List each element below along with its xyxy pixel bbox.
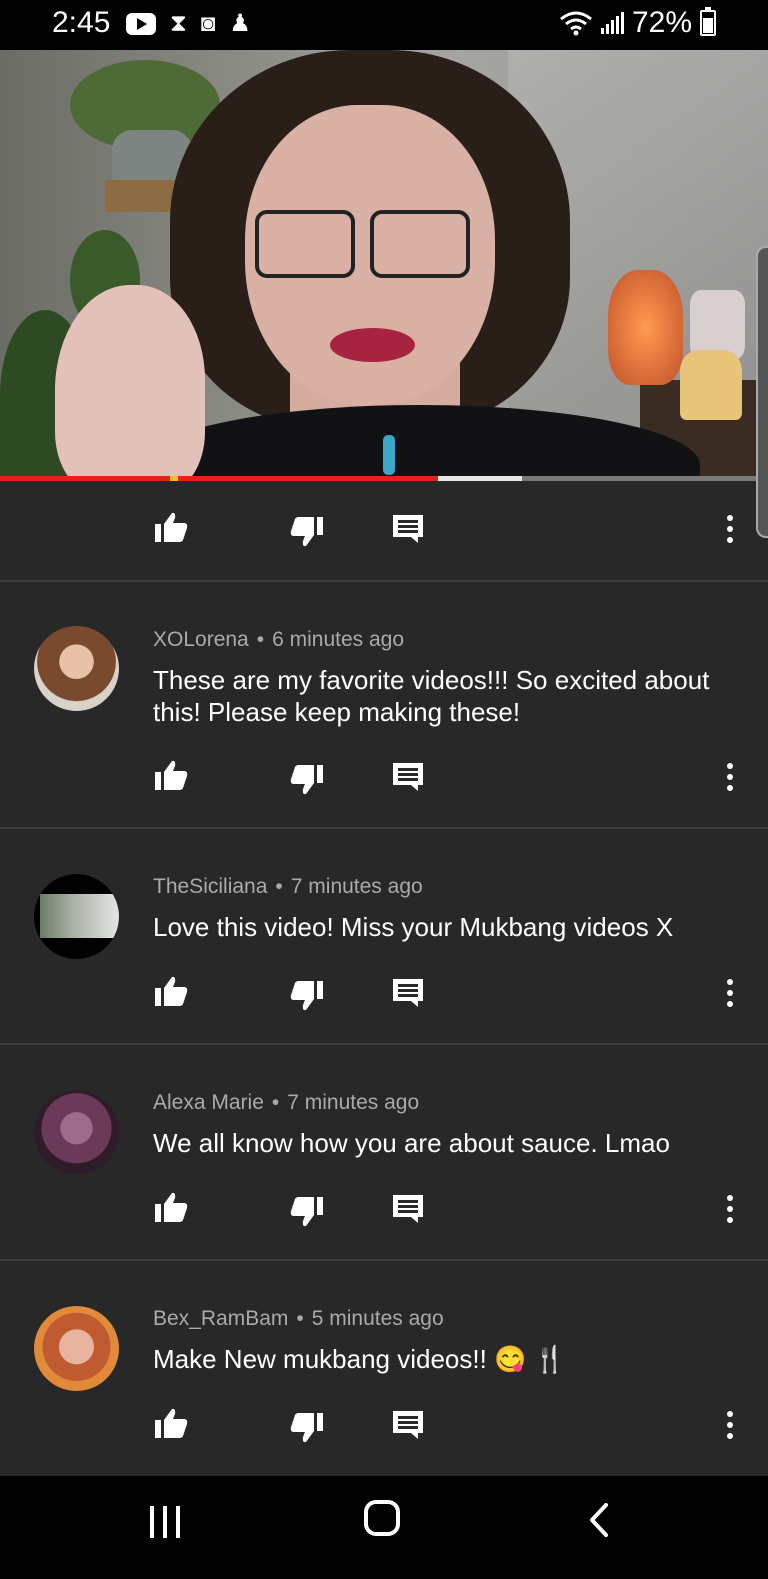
thumbs-up-icon (155, 976, 188, 1006)
home-button[interactable] (364, 1500, 400, 1536)
comment-actions (0, 750, 768, 810)
divider (0, 580, 768, 582)
more-options-button[interactable] (715, 966, 745, 1016)
comment-time: 5 minutes ago (311, 1307, 444, 1330)
more-vert-icon (727, 763, 733, 791)
ad-marker (170, 476, 178, 481)
comment-icon (393, 763, 423, 791)
thumbs-down-icon (290, 981, 323, 1011)
comment-author[interactable]: Alexa Marie (153, 1091, 264, 1114)
comment-actions (0, 1182, 768, 1242)
avatar[interactable] (34, 1306, 119, 1391)
dislike-button[interactable] (282, 966, 332, 1016)
dislike-button[interactable] (282, 502, 332, 552)
comment-actions (0, 1398, 768, 1458)
status-time: 2:45 (52, 6, 111, 39)
navigation-bar (0, 1476, 768, 1579)
wifi-icon (560, 11, 592, 36)
battery-icon (700, 7, 716, 36)
comment-text: We all know how you are about sauce. Lma… (153, 1128, 670, 1158)
back-button[interactable] (584, 1502, 614, 1538)
comment-text: Love this video! Miss your Mukbang video… (153, 912, 674, 942)
avatar[interactable] (34, 874, 119, 959)
thumbs-down-icon (290, 765, 323, 795)
thumbs-up-icon (155, 760, 188, 790)
more-vert-icon (727, 1195, 733, 1223)
hourglass-icon: ⧗ (170, 10, 187, 37)
reply-button[interactable] (383, 750, 433, 800)
comment-icon (393, 979, 423, 1007)
video-progress-bar[interactable] (0, 476, 438, 481)
comment-author[interactable]: XOLorena (153, 628, 249, 651)
comment-author[interactable]: TheSiciliana (153, 875, 267, 898)
divider (0, 1259, 768, 1261)
comment-text: These are my favorite videos!!! So excit… (153, 665, 710, 727)
more-options-button[interactable] (715, 1182, 745, 1232)
recent-apps-button[interactable] (150, 1506, 180, 1538)
more-vert-icon (727, 515, 733, 543)
comment-text: Make New mukbang videos!! 😋 🍴 (153, 1344, 567, 1374)
thumbs-down-icon (290, 517, 323, 547)
thumbs-down-icon (290, 1197, 323, 1227)
like-button[interactable] (146, 966, 196, 1016)
reply-button[interactable] (383, 1182, 433, 1232)
comment-icon (393, 515, 423, 543)
thumbs-up-icon (155, 1408, 188, 1438)
thumbs-up-icon (155, 512, 188, 542)
comment-icon (393, 1195, 423, 1223)
more-options-button[interactable] (715, 1398, 745, 1448)
more-options-button[interactable] (715, 750, 745, 800)
like-button[interactable] (146, 502, 196, 552)
signal-icon (600, 12, 624, 34)
more-options-button[interactable] (715, 502, 745, 552)
more-vert-icon (727, 1411, 733, 1439)
like-button[interactable] (146, 1398, 196, 1448)
comment-author[interactable]: Bex_RamBam (153, 1307, 288, 1330)
reply-button[interactable] (383, 1398, 433, 1448)
notification-icon: ♟ (229, 10, 251, 37)
thumbs-down-icon (290, 1413, 323, 1443)
avatar[interactable] (34, 1090, 119, 1175)
reply-button[interactable] (383, 966, 433, 1016)
video-actions (0, 502, 768, 562)
comment-time: 7 minutes ago (287, 1091, 420, 1114)
like-button[interactable] (146, 750, 196, 800)
divider (0, 827, 768, 829)
clock-app-icon: ◙ (200, 10, 216, 37)
youtube-icon (126, 13, 156, 35)
comment-actions (0, 966, 768, 1026)
avatar[interactable] (34, 626, 119, 711)
side-panel-handle[interactable] (756, 246, 768, 538)
dislike-button[interactable] (282, 1398, 332, 1448)
more-vert-icon (727, 979, 733, 1007)
dislike-button[interactable] (282, 750, 332, 800)
divider (0, 1043, 768, 1045)
dislike-button[interactable] (282, 1182, 332, 1232)
status-bar: 2:45 ⧗ ◙ ♟ 72% (0, 0, 768, 50)
comment-icon (393, 1411, 423, 1439)
reply-button[interactable] (383, 502, 433, 552)
like-button[interactable] (146, 1182, 196, 1232)
battery-percent: 72% (631, 6, 692, 39)
comment-time: 6 minutes ago (272, 628, 405, 651)
video-player[interactable] (0, 50, 768, 480)
comment-time: 7 minutes ago (290, 875, 423, 898)
thumbs-up-icon (155, 1192, 188, 1222)
